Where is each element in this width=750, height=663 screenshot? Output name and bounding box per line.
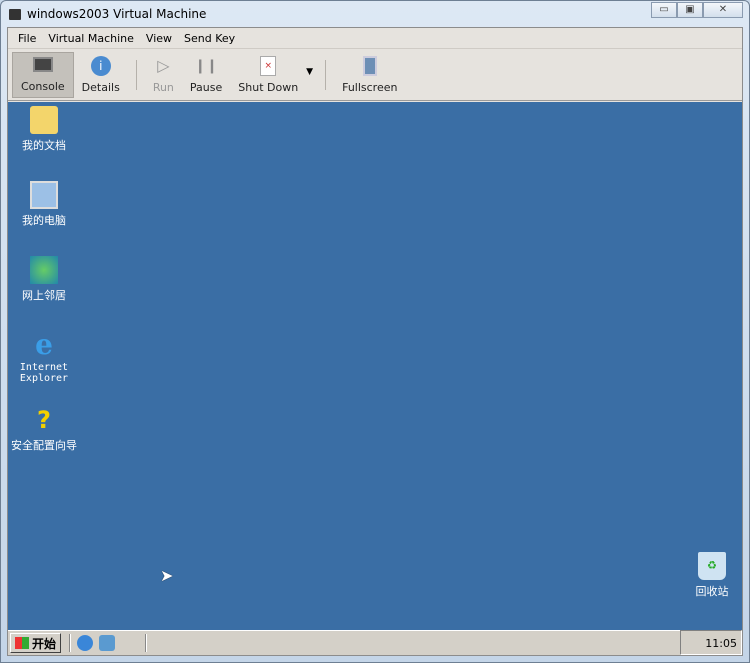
separator [135, 59, 137, 90]
play-icon: ▷ [157, 56, 170, 75]
fullscreen-button[interactable]: Fullscreen [334, 52, 405, 98]
separator [325, 59, 327, 90]
quicklaunch-ie-icon[interactable] [77, 635, 94, 651]
details-button[interactable]: i Details [74, 52, 128, 98]
fullscreen-icon [362, 54, 377, 78]
desktop-icon-recycle-bin[interactable]: ♻ 回收站 [682, 552, 742, 599]
desktop-icon-my-documents[interactable]: 我的文档 [8, 106, 80, 153]
menu-send-key[interactable]: Send Key [178, 32, 241, 45]
vm-window: windows2003 Virtual Machine ▭ ▣ ✕ File V… [0, 0, 750, 663]
info-icon: i [90, 54, 111, 78]
pause-icon: ❙❙ [194, 57, 218, 74]
maximize-button[interactable]: ▣ [677, 2, 703, 18]
app-icon [9, 8, 21, 20]
desktop-icon-ie[interactable]: e Internet Explorer [8, 328, 80, 385]
menu-file[interactable]: File [12, 32, 42, 45]
clock[interactable]: 11:05 [705, 637, 737, 650]
recycle-bin-icon: ♻ [698, 552, 726, 580]
menu-virtual-machine[interactable]: Virtual Machine [42, 32, 140, 45]
shutdown-dropdown-icon[interactable]: ▼ [306, 67, 313, 77]
menu-view[interactable]: View [140, 32, 178, 45]
desktop-icon-network[interactable]: 网上邻居 [8, 256, 80, 303]
run-button[interactable]: ▷ Run [145, 52, 182, 98]
toolbar: Console i Details ▷ Run ❙❙ Pause × Shut Down… [8, 49, 742, 101]
menu-bar: File Virtual Machine View Send Key [8, 28, 742, 49]
ie-icon: e [35, 328, 53, 361]
monitor-icon [32, 53, 53, 77]
wizard-icon: ? [37, 406, 51, 434]
folder-icon [30, 106, 58, 134]
mouse-cursor-icon: ➤ [160, 566, 174, 585]
close-button[interactable]: ✕ [703, 2, 743, 18]
taskbar: 开始 11:05 [8, 630, 742, 655]
start-button[interactable]: 开始 [10, 633, 62, 653]
guest-desktop[interactable]: 我的文档 我的电脑 网上邻居 e Internet Explorer ? 安全配置向… [8, 102, 742, 630]
window-title: windows2003 Virtual Machine [27, 7, 207, 21]
desktop-icon-my-computer[interactable]: 我的电脑 [8, 181, 80, 228]
shutdown-icon: × [260, 54, 277, 78]
pause-button[interactable]: ❙❙ Pause [182, 52, 230, 98]
console-button[interactable]: Console [12, 51, 74, 98]
desktop-icon-security-wizard[interactable]: ? 安全配置向导 [8, 406, 80, 453]
computer-icon [30, 181, 58, 209]
title-bar: windows2003 Virtual Machine [9, 5, 206, 23]
separator [69, 634, 72, 652]
shutdown-button[interactable]: × Shut Down [230, 52, 306, 98]
windows-logo-icon [15, 637, 29, 649]
separator [145, 634, 148, 652]
quicklaunch-desktop-icon[interactable] [99, 635, 116, 651]
network-icon [30, 256, 58, 284]
system-tray: 11:05 [680, 630, 742, 655]
minimize-button[interactable]: ▭ [651, 2, 677, 18]
